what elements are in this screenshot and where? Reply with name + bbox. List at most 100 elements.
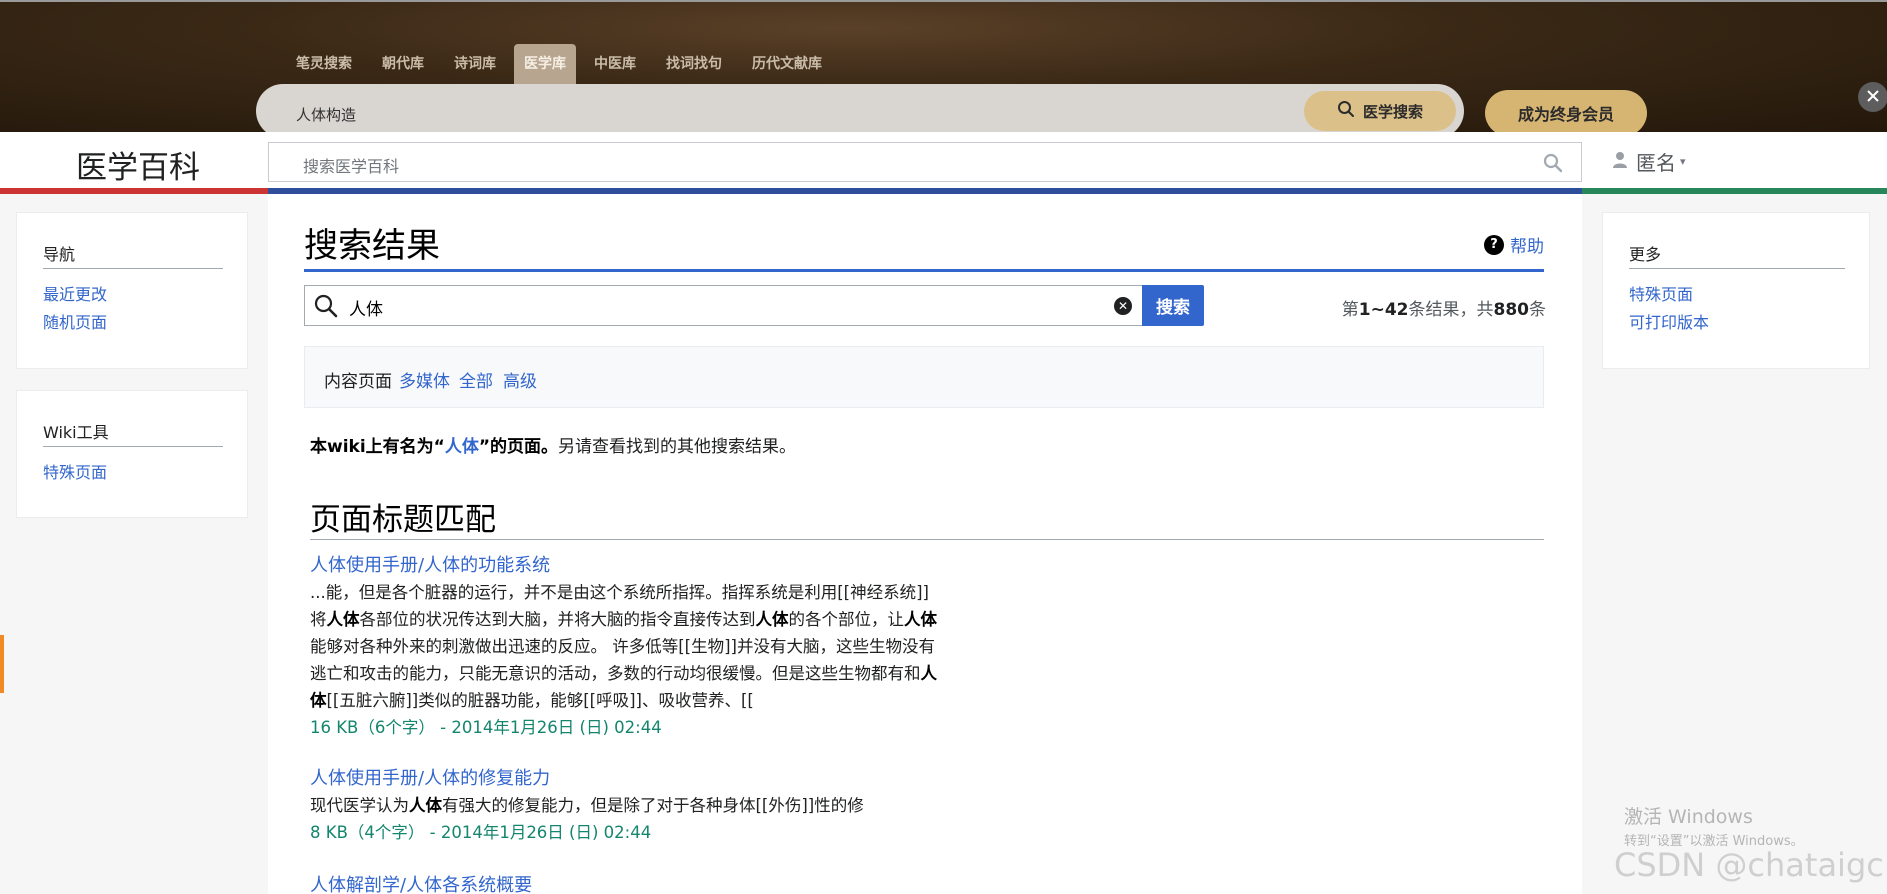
wiki-search-placeholder: 搜索医学百科	[303, 157, 400, 176]
result-count-prefix: 第	[1341, 300, 1359, 320]
snippet-highlight: 人体	[904, 610, 937, 629]
sidebar-item-special-pages-right[interactable]: 特殊页面	[1629, 281, 1693, 305]
search-input-value: 人体	[349, 300, 383, 320]
help-link[interactable]: ? 帮助	[1484, 232, 1544, 257]
search-form: 人体 ✕ 搜索	[304, 285, 1204, 326]
wiki-search-input[interactable]: 搜索医学百科	[268, 142, 1582, 182]
top-tab-poetry[interactable]: 诗词库	[442, 44, 508, 84]
search-result-snippet-line: 体[[五脏六腑]]类似的脏器功能，能够[[呼吸]]、吸收营养、[[	[310, 687, 1010, 714]
help-icon: ?	[1484, 234, 1504, 255]
search-result: 人体使用手册/人体的功能系统 ...能，但是各个脏器的运行，并不是由这个系统所指…	[310, 552, 1010, 741]
user-menu[interactable]: 匿名 ▾	[1612, 147, 1686, 176]
snippet-text: 能够对各种外来的刺激做出迅速的反应。 许多低等[[生物]]并没有大脑，这些生物没…	[310, 637, 935, 656]
search-filter-bar: 内容页面 多媒体 全部 高级	[304, 346, 1544, 408]
search-result-snippet-line: 将人体各部位的状况传达到大脑，并将大脑的指令直接传达到人体的各个部位，让人体	[310, 606, 1010, 633]
csdn-watermark: CSDN @chataigc	[1614, 846, 1884, 884]
search-result: 人体解剖学/人体各系统概要	[310, 872, 1010, 894]
clear-icon[interactable]: ✕	[1114, 297, 1132, 315]
snippet-text: 的各个部位，让	[788, 610, 905, 629]
search-icon	[313, 293, 339, 323]
sidebar-item-recent-changes[interactable]: 最近更改	[43, 281, 107, 305]
top-tab-biling-search[interactable]: 笔灵搜索	[284, 44, 364, 84]
exact-match-notice: 本wiki上有名为“人体”的页面。另请查看找到的其他搜索结果。	[310, 432, 796, 457]
snippet-text: 将	[310, 610, 327, 629]
search-result-snippet-line: ...能，但是各个脏器的运行，并不是由这个系统所指挥。指挥系统是利用[[神经系统…	[310, 579, 1010, 606]
sidebar-navigation: 导航 最近更改 随机页面	[16, 212, 248, 369]
search-result-title[interactable]: 人体解剖学/人体各系统概要	[310, 872, 1010, 894]
snippet-text: 各部位的状况传达到大脑，并将大脑的指令直接传达到	[359, 610, 756, 629]
filter-all[interactable]: 全部	[459, 367, 493, 392]
result-count-mid: 条结果，共	[1408, 300, 1494, 320]
header-stripe-red	[0, 188, 268, 194]
search-icon[interactable]	[1543, 153, 1563, 177]
close-icon	[1866, 88, 1880, 107]
sidebar-tools-heading: Wiki工具	[43, 419, 223, 447]
result-count: 第1~42条结果，共880条	[1342, 295, 1546, 320]
search-result-title[interactable]: 人体使用手册/人体的功能系统	[310, 552, 1010, 579]
top-search-input[interactable]: 人体构造	[296, 104, 356, 125]
close-header-button[interactable]	[1858, 82, 1887, 112]
wiki-header: 医学百科 搜索医学百科 匿名 ▾	[0, 132, 1887, 190]
top-tab-literature[interactable]: 历代文献库	[740, 44, 834, 84]
top-tab-medicine[interactable]: 医学库	[514, 44, 576, 84]
search-result-title[interactable]: 人体使用手册/人体的修复能力	[310, 765, 1010, 792]
medical-search-button[interactable]: 医学搜索	[1304, 91, 1456, 131]
search-result: 人体使用手册/人体的修复能力 现代医学认为人体有强大的修复能力，但是除了对于各种…	[310, 765, 1010, 846]
snippet-highlight: 人体	[409, 796, 442, 815]
top-header: 笔灵搜索 朝代库 诗词库 医学库 中医库 找词找句 历代文献库 人体构造 医学搜…	[0, 0, 1887, 138]
exact-match-rest: 另请查看找到的其他搜索结果。	[558, 437, 797, 457]
filter-advanced[interactable]: 高级	[503, 367, 537, 392]
user-icon	[1612, 150, 1628, 174]
main-content: 搜索结果 ? 帮助 人体 ✕ 搜索 第1~42条结果，共880条 内容页面 多媒…	[268, 194, 1582, 894]
search-result-snippet-line: 能够对各种外来的刺激做出迅速的反应。 许多低等[[生物]]并没有大脑，这些生物没…	[310, 633, 1010, 660]
lifetime-member-button[interactable]: 成为终身会员	[1485, 90, 1647, 136]
sidebar-wiki-tools: Wiki工具 特殊页面	[16, 390, 248, 518]
snippet-text: 现代医学认为	[310, 796, 409, 815]
top-tab-tcm[interactable]: 中医库	[582, 44, 648, 84]
exact-match-prefix: 本wiki上有名为“	[310, 437, 445, 457]
top-tab-word-search[interactable]: 找词找句	[654, 44, 734, 84]
windows-activation-title: 激活 Windows	[1624, 806, 1753, 828]
filter-content-pages[interactable]: 内容页面	[324, 367, 392, 392]
sidebar-item-printable-version[interactable]: 可打印版本	[1629, 309, 1709, 333]
feedback-side-tab[interactable]	[0, 635, 4, 693]
exact-match-link[interactable]: 人体	[445, 437, 479, 457]
snippet-highlight: 人体	[755, 610, 789, 629]
header-stripe-green	[1582, 188, 1887, 194]
filter-multimedia[interactable]: 多媒体	[399, 367, 450, 392]
section-title-matches: 页面标题匹配	[310, 494, 1544, 540]
sidebar-more-heading: 更多	[1629, 241, 1845, 269]
chevron-down-icon: ▾	[1680, 155, 1686, 168]
site-title[interactable]: 医学百科	[76, 142, 200, 187]
sidebar-item-special-pages[interactable]: 特殊页面	[43, 459, 107, 483]
page-title: 搜索结果 ? 帮助	[304, 218, 1544, 272]
page-title-text: 搜索结果	[304, 226, 440, 266]
search-result-meta: 16 KB（6个字） - 2014年1月26日 (日) 02:44	[310, 718, 662, 737]
exact-match-suffix: ”的页面。	[478, 437, 559, 457]
snippet-highlight: 体	[310, 691, 327, 710]
top-search-bar[interactable]: 人体构造 医学搜索	[256, 84, 1464, 138]
search-result-meta: 8 KB（4个字） - 2014年1月26日 (日) 02:44	[310, 823, 652, 842]
sidebar-more: 更多 特殊页面 可打印版本	[1602, 212, 1870, 369]
search-result-snippet-line: 逃亡和攻击的能力，只能无意识的活动，多数的行动均很缓慢。但是这些生物都有和人	[310, 660, 1010, 687]
help-label: 帮助	[1510, 237, 1544, 257]
top-tabs: 笔灵搜索 朝代库 诗词库 医学库 中医库 找词找句 历代文献库	[284, 44, 840, 84]
search-result-snippet-line: 现代医学认为人体有强大的修复能力，但是除了对于各种身体[[外伤]]性的修	[310, 792, 1010, 819]
search-button[interactable]: 搜索	[1142, 285, 1204, 326]
sidebar-nav-heading: 导航	[43, 241, 223, 269]
snippet-highlight: 人体	[326, 610, 360, 629]
search-icon	[1337, 100, 1355, 122]
medical-search-label: 医学搜索	[1362, 102, 1423, 121]
search-input[interactable]: 人体 ✕	[304, 285, 1142, 326]
result-count-range: 1~42	[1358, 300, 1409, 320]
snippet-text: ...能，但是各个脏器的运行，并不是由这个系统所指挥。指挥系统是利用[[神经系统…	[310, 583, 929, 602]
snippet-text: 逃亡和攻击的能力，只能无意识的活动，多数的行动均很缓慢。但是这些生物都有和	[310, 664, 921, 683]
snippet-text: [[五脏六腑]]类似的脏器功能，能够[[呼吸]]、吸收营养、[[	[326, 691, 754, 710]
result-count-suffix: 条	[1529, 300, 1546, 320]
result-count-total: 880	[1493, 300, 1530, 320]
top-tab-dynasty[interactable]: 朝代库	[370, 44, 436, 84]
user-label: 匿名	[1636, 151, 1676, 175]
snippet-text: 有强大的修复能力，但是除了对于各种身体[[外伤]]性的修	[442, 796, 864, 815]
snippet-highlight: 人	[920, 664, 938, 683]
sidebar-item-random-page[interactable]: 随机页面	[43, 309, 107, 333]
